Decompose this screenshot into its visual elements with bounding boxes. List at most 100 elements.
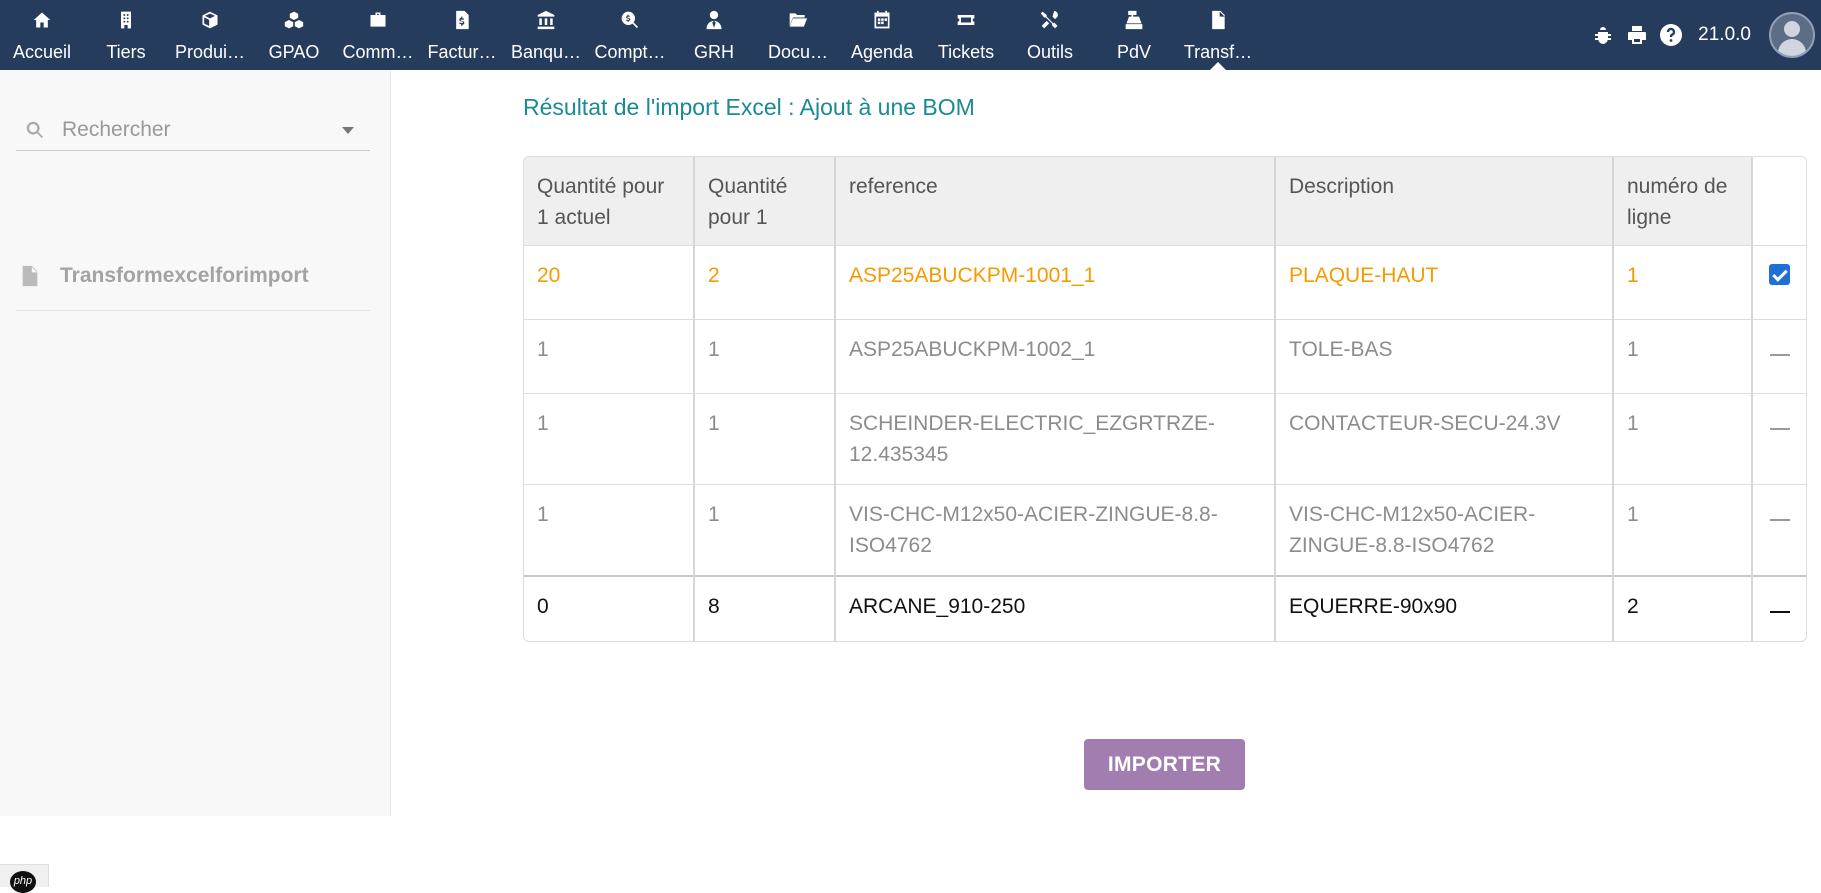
cubes-icon (284, 8, 304, 32)
user-tie-icon (704, 8, 724, 32)
cell-description: CONTACTEUR-SECU-24.3V (1275, 393, 1614, 485)
sidebar-item-label: Transformexcelforimport (60, 264, 309, 287)
active-caret (1210, 62, 1226, 70)
table-row: 1 1 VIS-CHC-M12x50-ACIER-ZINGUE-8.8-ISO4… (524, 484, 1806, 576)
file-icon (1208, 8, 1228, 32)
cell-qty: 1 (694, 393, 836, 485)
menu-item-label: Tickets (937, 42, 995, 62)
cell-select (1752, 245, 1806, 320)
top-menu-bar: Accueil Tiers Produi… GPAO Comm… Factur… Banqu… (0, 0, 1821, 70)
cell-qty: 8 (694, 575, 836, 641)
cell-reference: ASP25ABUCKPM-1002_1 (835, 319, 1276, 394)
php-debug-badge[interactable]: php (0, 864, 49, 893)
building-icon (116, 8, 136, 32)
menu-item-gpao[interactable]: GPAO (252, 0, 336, 70)
menu-item-accueil[interactable]: Accueil (0, 0, 84, 70)
search-dollar-icon (620, 8, 640, 32)
cash-register-icon (1124, 8, 1144, 32)
menu-item-tiers[interactable]: Tiers (84, 0, 168, 70)
cell-qty-actual: 20 (524, 245, 695, 320)
col-select (1752, 157, 1806, 246)
user-avatar[interactable] (1769, 12, 1815, 58)
print-icon[interactable] (1624, 22, 1650, 48)
table-row: 0 8 ARCANE_910-250 EQUERRE-90x90 2 (524, 575, 1806, 641)
home-icon (32, 8, 52, 32)
bank-icon (536, 8, 556, 32)
menu-item-transformexcelforimport[interactable]: Transf… (1176, 0, 1260, 70)
cell-reference: ARCANE_910-250 (835, 575, 1276, 641)
cell-line-number: 1 (1613, 393, 1753, 485)
cube-icon (200, 8, 220, 32)
col-qty: Quantité pour 1 (694, 157, 836, 246)
menu-item-pdv[interactable]: PdV (1092, 0, 1176, 70)
menu-item-label: PdV (1116, 42, 1152, 62)
cell-qty: 1 (694, 319, 836, 394)
cell-description: PLAQUE-HAUT (1275, 245, 1614, 320)
bug-icon[interactable] (1590, 22, 1616, 48)
col-line-number: numéro de ligne (1613, 157, 1753, 246)
menu-item-banque[interactable]: Banqu… (504, 0, 588, 70)
search-input[interactable] (60, 117, 334, 143)
search-dropdown-icon[interactable] (342, 126, 354, 134)
cell-select (1752, 575, 1806, 641)
menu-item-label: Tiers (106, 42, 146, 62)
menu-item-grh[interactable]: GRH (672, 0, 756, 70)
cell-select (1752, 484, 1806, 576)
col-reference: reference (835, 157, 1276, 246)
col-description: Description (1275, 157, 1614, 246)
cell-qty-actual: 1 (524, 319, 695, 394)
table-row: 1 1 ASP25ABUCKPM-1002_1 TOLE-BAS 1 (524, 319, 1806, 394)
menu-item-label: Accueil (12, 42, 72, 62)
menu-item-label: GRH (694, 42, 734, 62)
cell-description: VIS-CHC-M12x50-ACIER-ZINGUE-8.8-ISO4762 (1275, 484, 1614, 576)
menu-item-produits[interactable]: Produi… (168, 0, 252, 70)
cell-line-number: 1 (1613, 484, 1753, 576)
cell-qty-actual: 0 (524, 575, 695, 641)
menu-item-label: Factur… (427, 42, 497, 62)
row-unavailable-dash (1769, 611, 1790, 613)
menu-item-documents[interactable]: Docu… (756, 0, 840, 70)
cell-description: EQUERRE-90x90 (1275, 575, 1614, 641)
version-label: 21.0.0 (1698, 24, 1751, 45)
ticket-icon (956, 8, 976, 32)
cell-reference: SCHEINDER-ELECTRIC_EZGRTRZE-12.435345 (835, 393, 1276, 485)
cell-qty: 1 (694, 484, 836, 576)
table-row: 1 1 SCHEINDER-ELECTRIC_EZGRTRZE-12.43534… (524, 393, 1806, 485)
menu-item-label: Outils (1026, 42, 1073, 62)
row-unavailable-dash (1769, 519, 1790, 521)
cell-select (1752, 319, 1806, 394)
calendar-icon (872, 8, 892, 32)
briefcase-icon (368, 8, 388, 32)
cell-reference: VIS-CHC-M12x50-ACIER-ZINGUE-8.8-ISO4762 (835, 484, 1276, 576)
menu-item-comptabilité[interactable]: Compt… (588, 0, 672, 70)
invoice-icon (452, 8, 472, 32)
search-icon (24, 117, 50, 143)
menu-item-label: GPAO (268, 42, 320, 62)
search-box (16, 110, 370, 151)
menu-item-outils[interactable]: Outils (1008, 0, 1092, 70)
cell-line-number: 2 (1613, 575, 1753, 641)
menu-item-facturation[interactable]: Factur… (420, 0, 504, 70)
folder-open-icon (788, 8, 808, 32)
bom-import-table: Quantité pour 1 actuel Quantité pour 1 r… (523, 156, 1807, 642)
left-sidebar: Transformexcelforimport php (0, 70, 391, 893)
topbar-right: 21.0.0 (1590, 0, 1821, 70)
menu-item-agenda[interactable]: Agenda (840, 0, 924, 70)
table-row: 20 2 ASP25ABUCKPM-1001_1 PLAQUE-HAUT 1 (524, 245, 1806, 320)
sidebar-item-transformexcelforimport[interactable]: Transformexcelforimport (16, 242, 370, 311)
cell-line-number: 1 (1613, 319, 1753, 394)
cell-line-number: 1 (1613, 245, 1753, 320)
table-header: Quantité pour 1 actuel Quantité pour 1 r… (524, 157, 1806, 246)
menu-item-commerce[interactable]: Comm… (336, 0, 420, 70)
menu-item-label: Docu… (767, 42, 829, 62)
cell-qty-actual: 1 (524, 484, 695, 576)
import-button[interactable]: IMPORTER (1084, 739, 1245, 790)
cell-reference: ASP25ABUCKPM-1001_1 (835, 245, 1276, 320)
menu-item-label: Compt… (594, 42, 666, 62)
cell-qty-actual: 1 (524, 393, 695, 485)
help-icon[interactable] (1658, 22, 1684, 48)
row-unavailable-dash (1769, 428, 1790, 430)
menu-item-tickets[interactable]: Tickets (924, 0, 1008, 70)
row-checkbox[interactable] (1769, 264, 1790, 285)
menu-item-label: Transf… (1183, 42, 1253, 62)
